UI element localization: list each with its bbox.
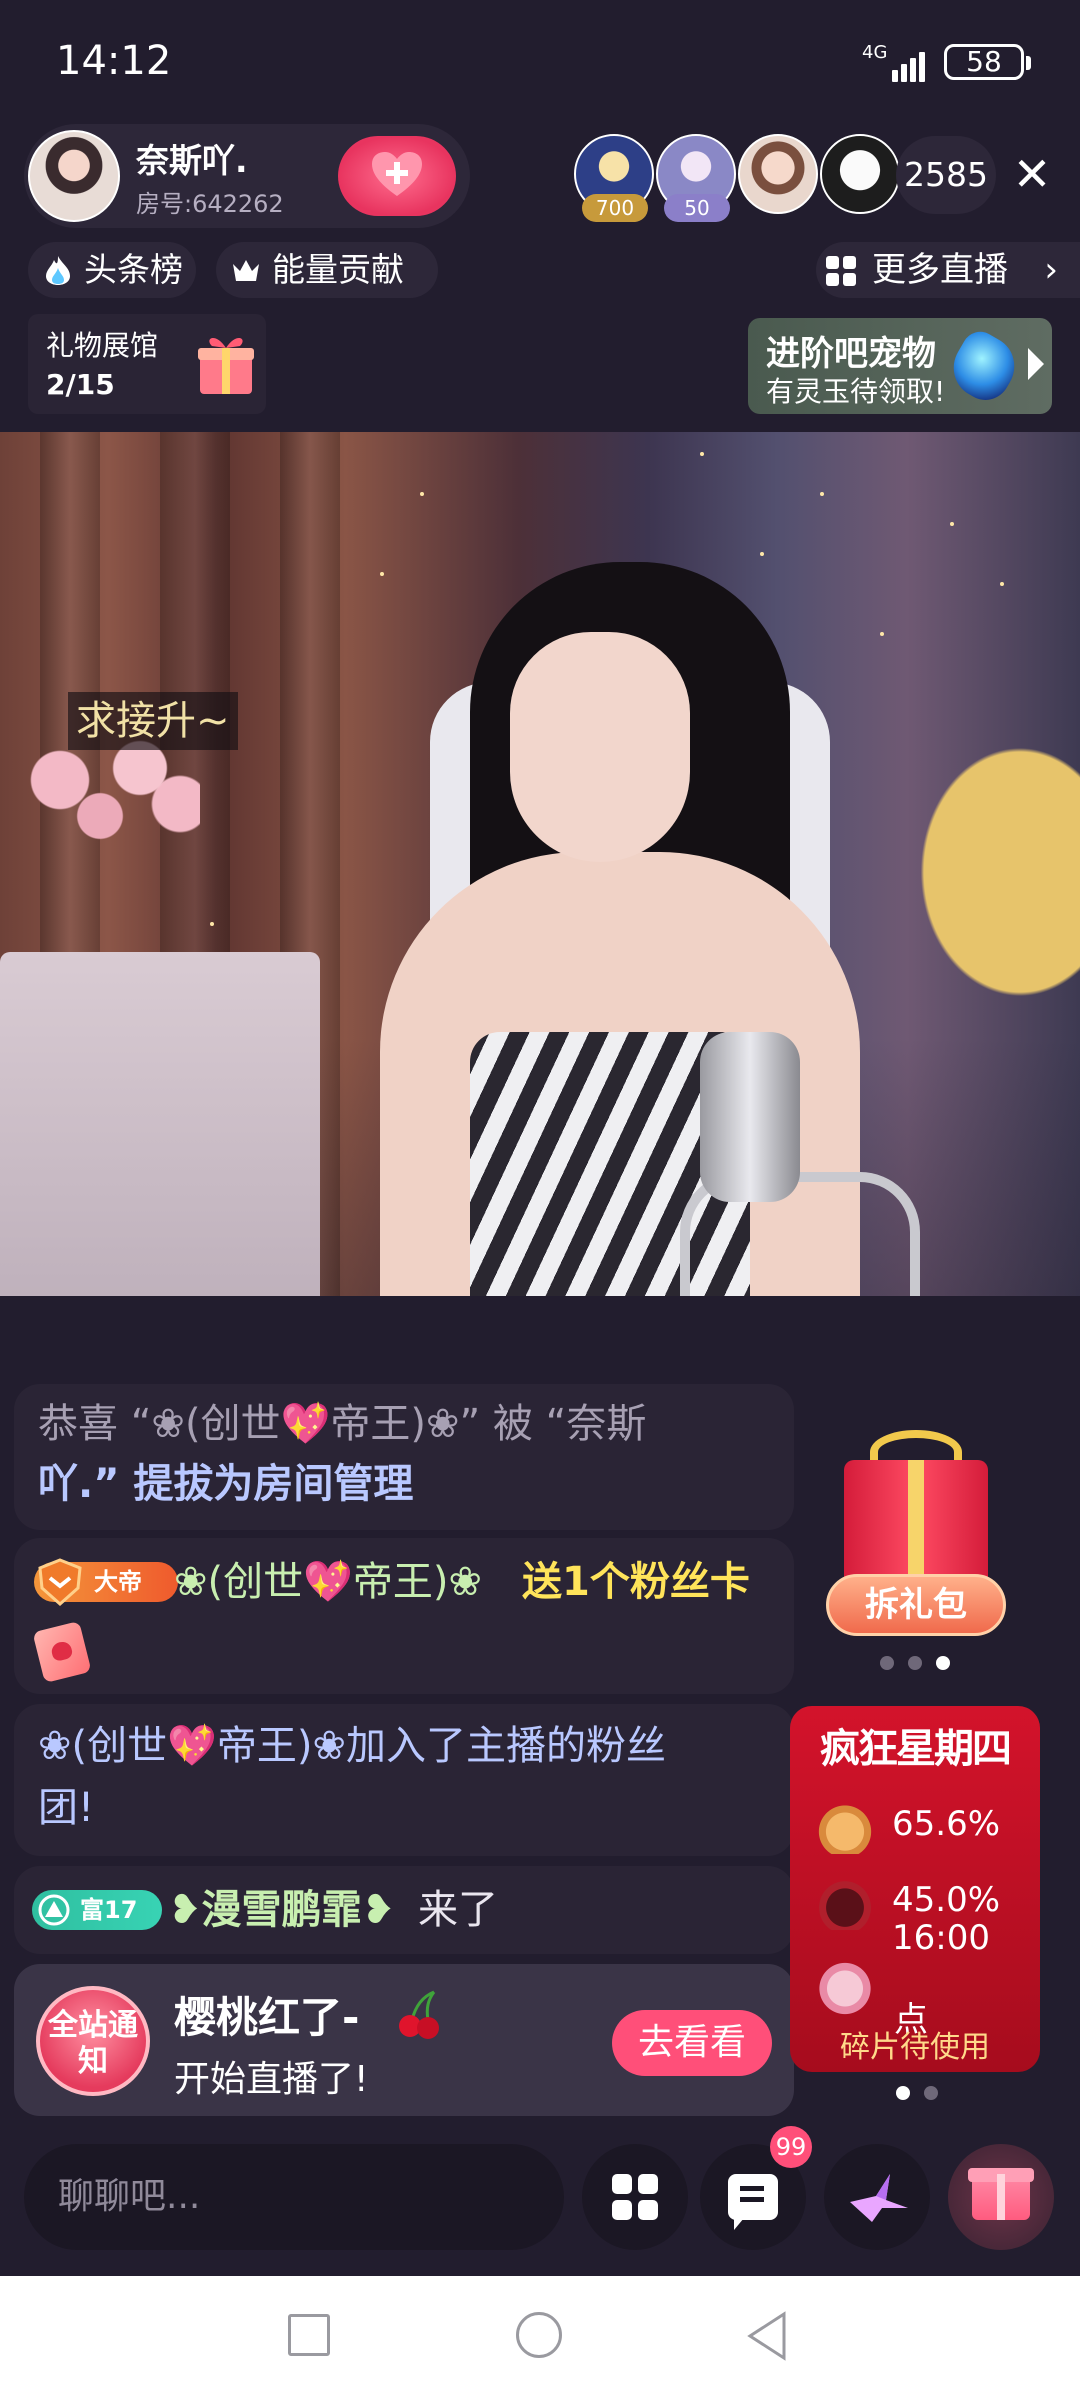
top-viewer-avatar[interactable]: 700: [574, 134, 654, 222]
network-type: 4G: [862, 42, 888, 63]
chat-message-text: 吖.” 提拔为房间管理: [38, 1461, 414, 1507]
go-watch-button[interactable]: 去看看: [612, 2010, 772, 2076]
item-time: 16:00: [892, 1918, 990, 1958]
viewer-count[interactable]: 2585: [896, 136, 996, 214]
grid-icon: [826, 256, 856, 286]
cake-icon: [812, 1950, 878, 2020]
crown-icon: [233, 260, 259, 281]
live-video[interactable]: 求接升~: [0, 432, 1080, 1296]
more-live-label: 更多直播: [872, 250, 1008, 290]
flower-decoration: [0, 732, 200, 852]
viewer-level-badge: 50: [664, 194, 730, 222]
unread-badge: 99: [770, 2126, 812, 2168]
chat-message[interactable]: 恭喜 “❀(创世💖帝王)❀” 被 “奈斯 吖.” 提拔为房间管理: [14, 1384, 794, 1530]
paper-crane-icon: [850, 2174, 908, 2222]
jade-gem-icon: [942, 325, 1026, 409]
chat-message-text: 来了: [418, 1887, 498, 1933]
viewer-level-badge: 700: [582, 194, 648, 222]
pet-upgrade-banner[interactable]: 进阶吧宠物 有灵玉待领取!: [748, 318, 1052, 414]
back-icon[interactable]: [744, 2310, 790, 2362]
host-name: 奈斯吖.: [136, 141, 248, 180]
shield-icon: [38, 1558, 82, 1606]
burger-icon: [812, 1798, 878, 1854]
chat-input[interactable]: 聊聊吧...: [24, 2144, 564, 2250]
crazy-thursday-title: 疯狂星期四: [820, 1725, 1012, 1772]
faded-chat-line: [36, 1310, 536, 1338]
fragments-pending-label: 碎片待使用: [840, 2030, 990, 2065]
gift-hall-card[interactable]: 礼物展馆 2/15: [28, 314, 266, 414]
level-badge: 大帝: [34, 1558, 178, 1606]
energy-contribution-button[interactable]: 能量贡献: [216, 242, 438, 298]
stream-sticker: 求接升~: [68, 692, 238, 750]
level-badge-label: 富17: [80, 1896, 138, 1924]
top-viewer-avatar[interactable]: [738, 134, 818, 214]
heart-plus-icon: [372, 152, 422, 196]
level-badge-label: 大帝: [94, 1568, 142, 1596]
site-notification[interactable]: 全站通知 樱桃红了- 开始直播了! 去看看: [14, 1964, 794, 2116]
play-arrow-icon: [1028, 348, 1044, 380]
item-progress: 45.0%: [892, 1880, 1001, 1920]
car-icon: [812, 1874, 878, 1930]
host-avatar[interactable]: [28, 130, 120, 222]
follow-button[interactable]: [338, 136, 456, 216]
headline-rank-button[interactable]: 头条榜: [28, 242, 196, 298]
level-badge: 富17: [32, 1890, 162, 1930]
widget-pager: [896, 2086, 940, 2100]
home-icon[interactable]: [516, 2312, 562, 2358]
send-gift-button[interactable]: [948, 2144, 1054, 2250]
fan-card-icon: [32, 1620, 92, 1684]
open-gift-pack-button[interactable]: 拆礼包: [826, 1574, 1006, 1636]
gift-box-icon: [198, 337, 254, 394]
message-icon: [728, 2174, 778, 2230]
cherry-icon: [399, 1990, 439, 2039]
chat-message-text: 恭喜 “❀(创世💖帝王)❀” 被 “奈斯: [38, 1401, 647, 1447]
gift-pack-widget[interactable]: 拆礼包: [826, 1424, 1006, 1644]
chat-username[interactable]: ❥漫雪鹏霏❥: [168, 1880, 395, 1940]
gift-hall-title: 礼物展馆: [46, 329, 159, 362]
battery-indicator: 58: [944, 44, 1031, 80]
notification-subtitle: 开始直播了!: [174, 2059, 369, 2100]
top-viewer-avatar[interactable]: 50: [656, 134, 736, 222]
pet-banner-title: 进阶吧宠物: [766, 334, 936, 374]
system-nav-bar: [0, 2276, 1080, 2388]
room-number: 房号:642262: [136, 190, 284, 218]
headline-rank-label: 头条榜: [84, 250, 183, 289]
flame-icon: [46, 256, 70, 285]
top-viewer-avatar[interactable]: [820, 134, 900, 214]
chat-message-text: 团!: [38, 1785, 95, 1831]
item-progress: 65.6%: [892, 1804, 1001, 1844]
gift-hall-progress: 2/15: [46, 368, 115, 401]
recent-apps-icon[interactable]: [288, 2314, 330, 2356]
more-live-button[interactable]: 更多直播 ›: [816, 242, 1080, 298]
apps-icon: [612, 2174, 658, 2220]
chat-message-text: 送1个粉丝卡: [522, 1559, 750, 1605]
crazy-thursday-widget[interactable]: 疯狂星期四 65.6% 45.0% 16:00 点 碎片待使用: [790, 1706, 1040, 2072]
chat-message[interactable]: 大帝 ❀(创世💖帝王)❀ 送1个粉丝卡: [14, 1538, 794, 1694]
status-bar: 14:12 4G 58: [0, 0, 1080, 120]
site-notice-badge: 全站通知: [36, 1986, 150, 2096]
more-apps-button[interactable]: [582, 2144, 688, 2250]
pet-banner-subtitle: 有灵玉待领取!: [766, 375, 946, 408]
notification-streamer-name: 樱桃红了-: [174, 1993, 360, 2042]
live-room-screen: 14:12 4G 58 奈斯吖. 房号:642262 700 50 2585 ✕…: [0, 0, 1080, 2388]
microphone: [700, 1032, 800, 1202]
chat-message[interactable]: 富17 ❥漫雪鹏霏❥ 来了: [14, 1866, 794, 1954]
energy-contribution-label: 能量贡献: [272, 250, 404, 289]
chevron-right-icon: ›: [1044, 250, 1058, 290]
chat-message-text: ❀(创世💖帝王)❀加入了主播的粉丝: [38, 1723, 667, 1769]
signal-icon: [892, 42, 932, 82]
chat-username[interactable]: ❀(创世💖帝王)❀: [174, 1552, 482, 1612]
gift-pack-pager: [880, 1656, 950, 1670]
streamer-figure: [510, 632, 690, 862]
close-icon[interactable]: ✕: [1010, 146, 1054, 202]
paper-crane-button[interactable]: [824, 2144, 930, 2250]
status-time: 14:12: [56, 38, 172, 84]
triangle-icon: [38, 1894, 70, 1926]
background-table: [0, 952, 320, 1296]
chat-message[interactable]: ❀(创世💖帝王)❀加入了主播的粉丝 团!: [14, 1704, 794, 1856]
